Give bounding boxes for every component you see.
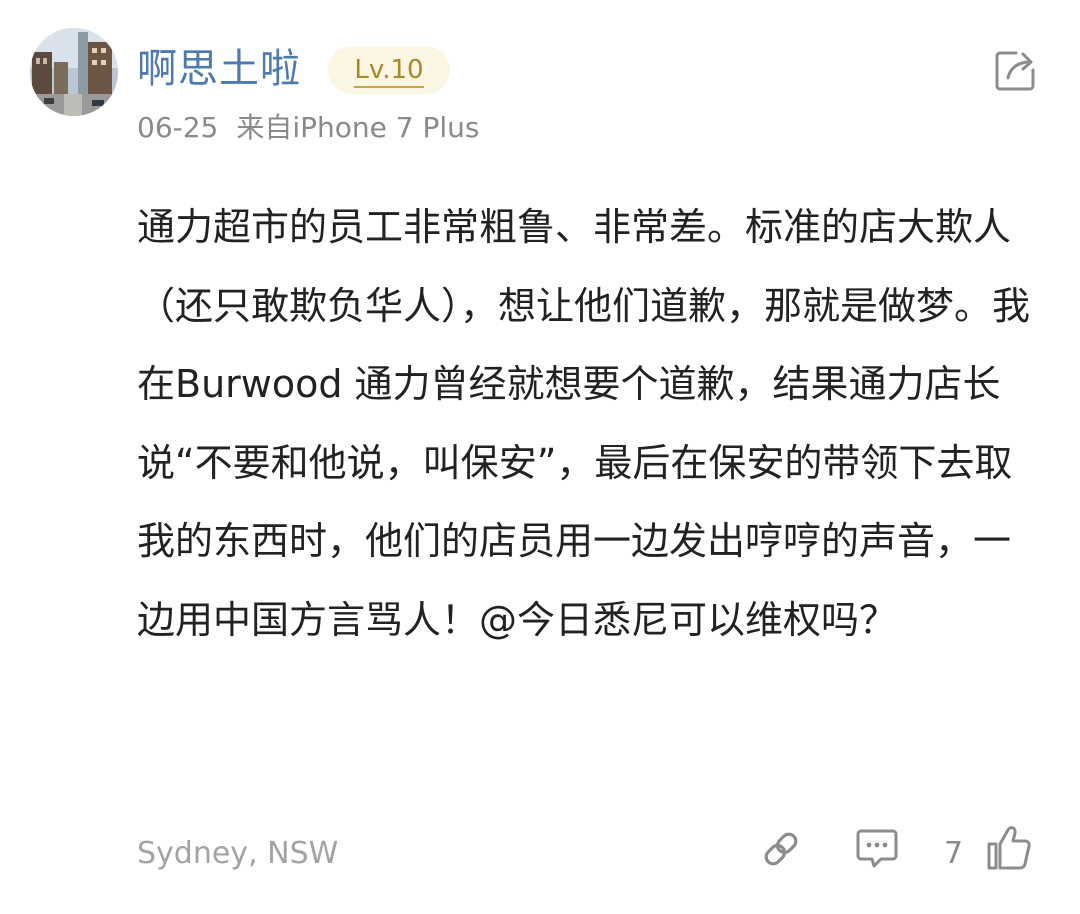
post-source: 来自iPhone 7 Plus: [236, 111, 480, 144]
link-button[interactable]: [760, 828, 802, 870]
level-badge[interactable]: Lv.10: [328, 46, 450, 94]
level-label: Lv.10: [354, 55, 424, 88]
comment-button[interactable]: [855, 828, 899, 870]
like-button[interactable]: [984, 822, 1034, 872]
comment-text: 通力超市的员工非常粗鲁、非常差。标准的店大欺人（还只敢欺负华人），想让他们道歉，…: [137, 205, 1031, 642]
share-icon: [995, 51, 1035, 91]
comment-icon: [856, 829, 898, 868]
avatar[interactable]: [30, 28, 118, 116]
thumbs-up-icon: [987, 826, 1031, 870]
like-count: 7: [944, 836, 964, 871]
link-icon: [764, 832, 798, 866]
avatar-image: [30, 28, 118, 116]
post-meta: 06-25 来自iPhone 7 Plus: [137, 108, 480, 148]
location-label: Sydney, NSW: [137, 836, 339, 871]
share-button[interactable]: [994, 50, 1036, 92]
post-date: 06-25: [137, 111, 219, 144]
username[interactable]: 啊思土啦: [137, 42, 301, 96]
